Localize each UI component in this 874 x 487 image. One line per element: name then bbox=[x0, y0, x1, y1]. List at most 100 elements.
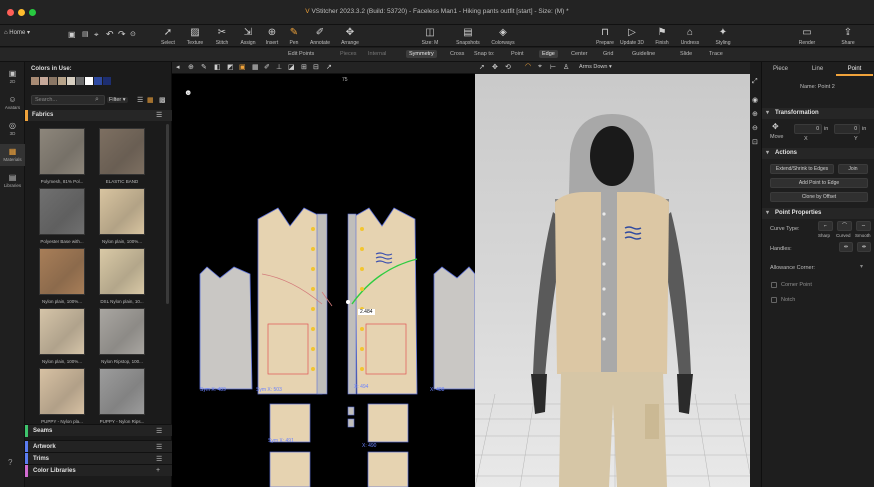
tab-line[interactable]: Line bbox=[799, 64, 836, 76]
tool-undress-button[interactable]: ⌂ Undress bbox=[675, 27, 705, 46]
measure-icon[interactable]: ⊟ bbox=[313, 63, 319, 71]
tape-measure-icon[interactable]: ◠ bbox=[525, 62, 531, 70]
brush-icon[interactable]: ✐ bbox=[264, 63, 270, 71]
zoom-icon[interactable]: ⊕ bbox=[188, 63, 194, 71]
fabric-thumbnail[interactable] bbox=[39, 308, 85, 355]
move-icon[interactable]: ✥ bbox=[492, 63, 498, 71]
color-swatch[interactable] bbox=[67, 77, 75, 85]
pose-dropdown[interactable]: Arms Down ▾ bbox=[579, 64, 612, 70]
camera-icon[interactable]: ◉ bbox=[752, 96, 758, 104]
snap-edge-toggle[interactable]: Edge bbox=[539, 50, 558, 58]
tool-update-3d-button[interactable]: ▷ Update 3D bbox=[617, 27, 647, 46]
help-icon[interactable]: ? bbox=[8, 458, 12, 467]
front-panel-left[interactable] bbox=[257, 207, 323, 395]
avatar-3d-viewport[interactable]: ➚ ✥ ⟲ ◠ ⌖ ⊢ ♙ Arms Down ▾ bbox=[475, 62, 750, 487]
ruler-icon[interactable]: ⊢ bbox=[550, 63, 556, 71]
front-panel-right[interactable] bbox=[354, 207, 418, 395]
library-search-input[interactable]: Search... bbox=[31, 95, 105, 105]
menu-icon[interactable]: ☰ bbox=[156, 455, 162, 463]
home-button[interactable]: ⌂ Home ▾ bbox=[4, 29, 36, 41]
color-swatch[interactable] bbox=[85, 77, 93, 85]
fabric-thumbnail[interactable] bbox=[99, 248, 145, 295]
undo-icon[interactable]: ↶ bbox=[106, 29, 114, 40]
library-scrollbar[interactable] bbox=[166, 124, 169, 304]
fabric-thumbnail[interactable] bbox=[39, 128, 85, 175]
lower-piece-left-2[interactable] bbox=[269, 451, 311, 487]
open-folder-icon[interactable]: ▣ bbox=[68, 30, 76, 39]
fabrics-header[interactable]: Fabrics ☰ bbox=[25, 110, 172, 121]
internal-toggle[interactable]: Internal bbox=[368, 51, 386, 57]
history-icon[interactable]: ⊙ bbox=[130, 30, 136, 38]
symmetry-button[interactable]: Symmetry bbox=[406, 50, 437, 58]
side-panel-right[interactable] bbox=[433, 266, 475, 390]
grid-view-icon[interactable]: ▦ bbox=[147, 96, 154, 104]
tool-render-button[interactable]: ▭ Render bbox=[792, 27, 822, 46]
grid-toggle-icon[interactable]: ▦ bbox=[252, 63, 259, 71]
tool-select-button[interactable]: ➚ Select bbox=[153, 27, 183, 46]
fabric-thumbnail[interactable] bbox=[99, 308, 145, 355]
tool-prepare-button[interactable]: ⊓ Prepare bbox=[590, 27, 620, 46]
zoom-in-icon[interactable]: ⊕ bbox=[752, 110, 758, 118]
x-input[interactable]: 0 bbox=[794, 124, 822, 134]
rotate-icon[interactable]: ⟲ bbox=[505, 63, 511, 71]
tool-share-button[interactable]: ⇪ Share bbox=[833, 27, 863, 46]
lower-piece-right[interactable] bbox=[367, 403, 409, 443]
fabric-thumbnail[interactable] bbox=[39, 368, 85, 415]
cross-toggle[interactable]: Cross bbox=[450, 51, 464, 57]
color-swatch[interactable] bbox=[31, 77, 39, 85]
seam-icon[interactable]: ⊞ bbox=[301, 63, 307, 71]
pin-icon[interactable]: ⌖ bbox=[94, 30, 99, 40]
arrow-icon[interactable]: ↗ bbox=[326, 63, 332, 71]
section-artwork[interactable]: Artwork ☰ bbox=[25, 440, 172, 453]
color-swatch[interactable] bbox=[103, 77, 111, 85]
tool-arrange-button[interactable]: ✥ Arrange bbox=[335, 27, 365, 46]
snap-point-toggle[interactable]: Point bbox=[511, 51, 524, 57]
large-grid-icon[interactable]: ▩ bbox=[159, 96, 166, 104]
section-seams[interactable]: Seams ☰ bbox=[25, 424, 172, 437]
snap-center-toggle[interactable]: Center bbox=[571, 51, 588, 57]
tool-size-m-button[interactable]: ◫ Size: M bbox=[415, 27, 445, 46]
tool-styling-button[interactable]: ✦ Styling bbox=[708, 27, 738, 46]
side-panel-left[interactable] bbox=[199, 266, 253, 390]
cursor-icon[interactable]: ➚ bbox=[479, 63, 485, 71]
edit-points-toggle[interactable]: Edit Points bbox=[288, 51, 314, 57]
label-icon[interactable]: ◪ bbox=[288, 63, 295, 71]
snap-grid-toggle[interactable]: Grid bbox=[603, 51, 613, 57]
layers-icon[interactable]: ◧ bbox=[214, 63, 221, 71]
slide-toggle[interactable]: Slide bbox=[680, 51, 692, 57]
color-swatch[interactable] bbox=[94, 77, 102, 85]
chevron-down-icon[interactable]: ▾ bbox=[860, 263, 863, 270]
rail-item-materials[interactable]: ▦ Materials bbox=[0, 144, 25, 166]
handles-join-button[interactable]: ⇼ bbox=[857, 242, 871, 252]
handles-split-button[interactable]: ⇹ bbox=[839, 242, 853, 252]
tab-piece[interactable]: Piece bbox=[762, 64, 799, 76]
menu-icon[interactable]: ☰ bbox=[156, 427, 162, 435]
fabric-thumbnail[interactable] bbox=[99, 128, 145, 175]
extend-shrink-button[interactable]: Extend/Shrink to Edges bbox=[770, 164, 834, 174]
fabric-thumbnail[interactable] bbox=[99, 188, 145, 235]
snap-guideline-toggle[interactable]: Guideline bbox=[632, 51, 655, 57]
notch-icon[interactable]: ⊥ bbox=[276, 63, 282, 71]
lower-piece-right-2[interactable] bbox=[367, 451, 409, 487]
selected-point[interactable] bbox=[346, 300, 350, 304]
actions-header[interactable]: Actions bbox=[762, 148, 874, 159]
section-trims[interactable]: Trims ☰ bbox=[25, 452, 172, 465]
list-view-icon[interactable]: ☰ bbox=[137, 96, 143, 104]
color-swatch[interactable] bbox=[76, 77, 84, 85]
y-input[interactable]: 0 bbox=[834, 124, 860, 134]
color-swatch[interactable] bbox=[49, 77, 57, 85]
person-icon[interactable]: ♙ bbox=[563, 63, 569, 71]
tab-point[interactable]: Point bbox=[836, 64, 873, 76]
curved-curve-button[interactable]: ⌒ bbox=[837, 221, 852, 231]
add-icon[interactable]: + bbox=[156, 467, 160, 474]
add-point-button[interactable]: Add Point to Edge bbox=[770, 178, 868, 188]
fabric-thumbnail[interactable] bbox=[39, 188, 85, 235]
trace-toggle[interactable]: Trace bbox=[709, 51, 723, 57]
chevron-left-icon[interactable]: ◂ bbox=[176, 63, 180, 71]
rail-item-2d[interactable]: ▣ 2D bbox=[0, 66, 25, 88]
fabric-thumbnail[interactable] bbox=[99, 368, 145, 415]
fabric-thumbnail[interactable] bbox=[39, 248, 85, 295]
fit-view-icon[interactable]: ⊡ bbox=[752, 138, 758, 146]
join-button[interactable]: Join bbox=[838, 164, 868, 174]
point-properties-header[interactable]: Point Properties bbox=[762, 208, 874, 219]
